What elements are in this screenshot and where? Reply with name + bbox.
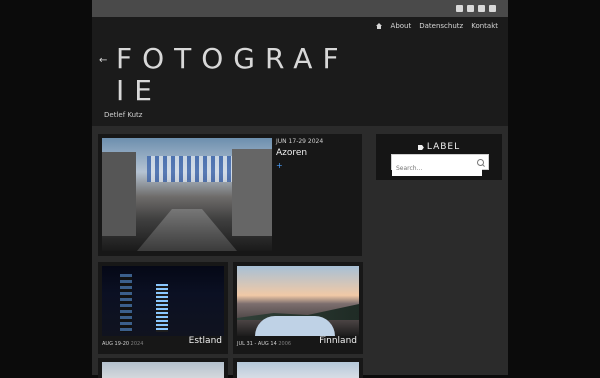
post-card[interactable]: AUG 19-20 2024 Estland <box>98 262 228 354</box>
post-date-range: JUL 31 - AUG 14 <box>237 341 277 347</box>
post-year: 2006 <box>278 341 292 347</box>
featured-post-image[interactable] <box>102 138 272 251</box>
image-building-left <box>102 152 136 236</box>
facebook-icon[interactable] <box>456 5 463 12</box>
twitter-icon[interactable] <box>467 5 474 12</box>
page-shell: About Datenschutz Kontakt ← FOTOGRAFIE D… <box>92 0 508 378</box>
top-bar <box>92 0 508 17</box>
post-title[interactable]: Estland <box>189 336 222 346</box>
post-title[interactable]: Azoren <box>276 148 307 158</box>
post-image-estland[interactable] <box>102 266 224 336</box>
tag-icon <box>417 145 424 150</box>
site-subtitle: Detlef Kutz <box>104 111 143 119</box>
widget-title: LABEL <box>376 142 502 152</box>
image-building-right <box>232 149 272 236</box>
label-widget: LABEL <box>376 134 502 180</box>
search-input[interactable] <box>392 161 482 176</box>
widget-label: LABEL <box>426 142 461 152</box>
back-arrow-icon[interactable]: ← <box>99 55 107 66</box>
post-date: AUG 19-20 2024 <box>102 341 143 347</box>
post-image-bottom-right[interactable] <box>237 362 359 378</box>
image-banners <box>147 156 232 182</box>
plus-icon[interactable]: + <box>276 161 283 170</box>
site-header: About Datenschutz Kontakt ← FOTOGRAFIE D… <box>92 17 508 126</box>
nav-item-about[interactable]: About <box>391 22 412 30</box>
post-date: JUL 31 - AUG 14 2006 <box>237 341 291 347</box>
nav-item-kontakt[interactable]: Kontakt <box>471 22 498 30</box>
post-date-range: AUG 19-20 <box>102 341 130 347</box>
post-year: 2024 <box>307 138 324 145</box>
google-plus-icon[interactable] <box>478 5 485 12</box>
post-date-range: JUN 17-29 <box>276 138 306 145</box>
post-card[interactable]: JUL 31 - AUG 14 2006 Finnland <box>233 262 363 354</box>
post-date: JUN 17-29 2024 <box>276 138 323 145</box>
search-field[interactable] <box>391 154 489 176</box>
post-card[interactable] <box>233 358 363 378</box>
instagram-icon[interactable] <box>489 5 496 12</box>
search-icon[interactable] <box>477 159 484 166</box>
post-image-bottom-left[interactable] <box>102 362 224 378</box>
content-area: JUN 17-29 2024 Azoren + AUG 19-20 2024 E… <box>92 126 508 378</box>
featured-post[interactable]: JUN 17-29 2024 Azoren + <box>98 134 362 256</box>
home-icon[interactable] <box>375 22 383 30</box>
post-title[interactable]: Finnland <box>319 336 357 346</box>
image-street <box>137 209 237 251</box>
main-nav: About Datenschutz Kontakt <box>375 22 498 30</box>
nav-item-datenschutz[interactable]: Datenschutz <box>419 22 463 30</box>
site-title: FOTOGRAFIE <box>116 42 349 107</box>
post-card[interactable] <box>98 358 228 378</box>
post-image-finnland[interactable] <box>237 266 359 336</box>
post-year: 2024 <box>130 341 144 347</box>
